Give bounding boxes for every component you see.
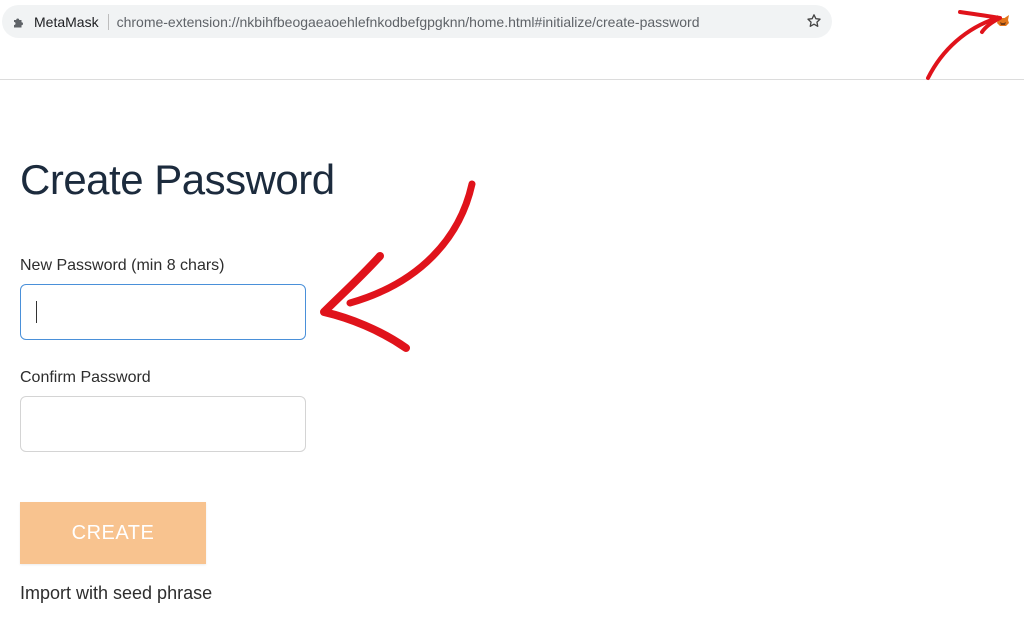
confirm-password-input[interactable] xyxy=(20,396,306,452)
star-icon[interactable] xyxy=(806,13,822,29)
metamask-fox-icon[interactable] xyxy=(996,14,1010,28)
new-password-input[interactable] xyxy=(20,284,306,340)
confirm-password-label: Confirm Password xyxy=(20,369,151,386)
url-text[interactable]: chrome-extension://nkbihfbeogaeaoehlefnk… xyxy=(117,14,700,30)
new-password-label: New Password (min 8 chars) xyxy=(20,257,225,274)
site-name: MetaMask xyxy=(34,13,99,30)
browser-toolbar: MetaMask chrome-extension://nkbihfbeogae… xyxy=(0,0,1024,80)
omnibox-divider xyxy=(107,13,109,30)
puzzle-piece-icon xyxy=(12,15,26,29)
text-cursor xyxy=(36,301,37,323)
create-button[interactable]: CREATE xyxy=(20,502,206,564)
address-bar[interactable]: MetaMask chrome-extension://nkbihfbeogae… xyxy=(2,5,832,38)
page-title: Create Password xyxy=(20,156,335,203)
annotation-arrow-main xyxy=(320,180,476,352)
import-seed-phrase-link[interactable]: Import with seed phrase xyxy=(20,583,212,604)
